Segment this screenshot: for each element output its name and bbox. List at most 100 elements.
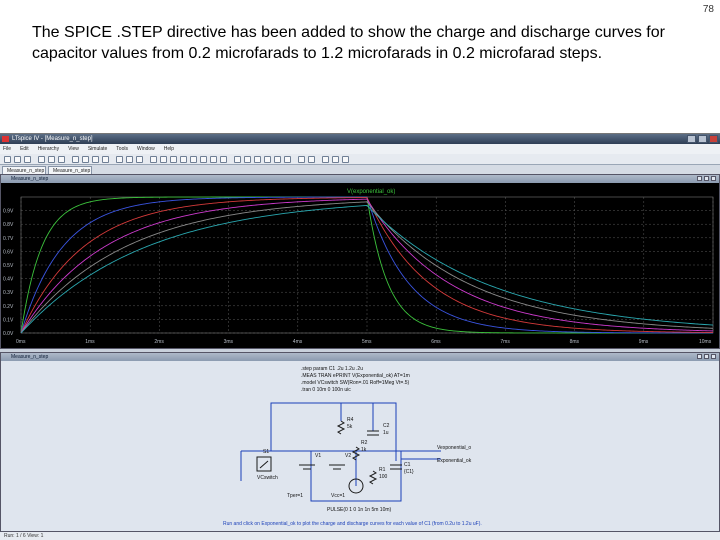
pane-maximize-icon[interactable] bbox=[704, 176, 709, 181]
tab-schematic[interactable]: Measure_n_step bbox=[2, 166, 46, 174]
menu-tools[interactable]: Tools bbox=[116, 144, 128, 154]
undo-icon[interactable] bbox=[254, 156, 261, 163]
schematic-pane-title[interactable]: Measure_n_step bbox=[1, 353, 719, 361]
x-tick-label: 6ms bbox=[431, 339, 441, 345]
directive-step[interactable]: .step param C1 .2u 1.2u .2u bbox=[301, 366, 363, 372]
r2-label: R2 bbox=[361, 440, 368, 446]
diode-icon[interactable] bbox=[210, 156, 217, 163]
schematic-canvas[interactable]: .step param C1 .2u 1.2u .2u .MEAS TRAN e… bbox=[1, 361, 719, 531]
y-tick-label: 0.4V bbox=[3, 277, 14, 283]
x-tick-label: 5ms bbox=[362, 339, 372, 345]
window-controls bbox=[687, 135, 718, 143]
inductor-icon[interactable] bbox=[200, 156, 207, 163]
y-tick-label: 0.7V bbox=[3, 236, 14, 242]
y-tick-label: 0.9V bbox=[3, 209, 14, 215]
v2-label: V2 bbox=[345, 453, 351, 459]
component-icon[interactable] bbox=[220, 156, 227, 163]
mirror-icon[interactable] bbox=[284, 156, 291, 163]
waveform-plot[interactable]: 0.9V 0.8V 0.7V 0.6V 0.5V 0.4V 0.3V 0.2V 0.1V 0.0V… bbox=[1, 183, 719, 348]
net-label-vexponential[interactable]: Vexponential_o bbox=[437, 445, 471, 451]
delete-icon[interactable] bbox=[322, 156, 329, 163]
tab-waveform[interactable]: Measure_n_step bbox=[48, 166, 92, 174]
rotate-icon[interactable] bbox=[274, 156, 281, 163]
slide-number: 78 bbox=[702, 4, 714, 15]
minimize-icon[interactable] bbox=[687, 135, 696, 143]
save-icon[interactable] bbox=[24, 156, 31, 163]
net-label-exponential-ok[interactable]: Exponential_ok bbox=[437, 458, 472, 464]
directive-model[interactable]: .model VCswitch SW(Ron=.01 Roff=1Meg Vt=… bbox=[301, 380, 409, 386]
y-tick-label: 0.3V bbox=[3, 290, 14, 296]
close-window-icon[interactable] bbox=[136, 156, 143, 163]
waveform-pane-controls bbox=[697, 176, 716, 181]
close-icon[interactable] bbox=[709, 135, 718, 143]
menu-hierarchy[interactable]: Hierarchy bbox=[38, 144, 59, 154]
menu-bar: File Edit Hierarchy View Simulate Tools … bbox=[0, 144, 720, 154]
zoom-in-icon[interactable] bbox=[72, 156, 79, 163]
menu-simulate[interactable]: Simulate bbox=[88, 144, 107, 154]
cascade-icon[interactable] bbox=[126, 156, 133, 163]
c1-label: C1 bbox=[404, 462, 411, 468]
zoom-fit-icon[interactable] bbox=[102, 156, 109, 163]
s1-label: S1 bbox=[263, 449, 269, 455]
v2-value: Vcc=1 bbox=[331, 493, 345, 499]
zoom-out-icon[interactable] bbox=[92, 156, 99, 163]
c1-value: {C1} bbox=[404, 469, 414, 475]
x-tick-label: 2ms bbox=[154, 339, 164, 345]
window-titlebar[interactable]: LTspice IV - [Measure_n_step] bbox=[0, 134, 720, 144]
pane-maximize-icon[interactable] bbox=[704, 354, 709, 359]
v1-value: Tper=1 bbox=[287, 493, 303, 499]
capacitor-icon[interactable] bbox=[190, 156, 197, 163]
slide-caption: The SPICE .STEP directive has been added… bbox=[32, 24, 665, 62]
schematic-pane: Measure_n_step .step param C1 .2u 1.2u .… bbox=[0, 352, 720, 532]
y-tick-label: 0.8V bbox=[3, 222, 14, 228]
pane-close-icon[interactable] bbox=[711, 354, 716, 359]
halt-icon[interactable] bbox=[58, 156, 65, 163]
directive-tran[interactable]: .tran 0 10m 0 100n uic bbox=[301, 387, 351, 393]
wire-icon[interactable] bbox=[150, 156, 157, 163]
resistor-icon[interactable] bbox=[180, 156, 187, 163]
open-icon[interactable] bbox=[14, 156, 21, 163]
pan-icon[interactable] bbox=[82, 156, 89, 163]
maximize-icon[interactable] bbox=[698, 135, 707, 143]
trace-label[interactable]: V(exponential_ok) bbox=[347, 189, 395, 195]
duplicate-icon[interactable] bbox=[332, 156, 339, 163]
ground-icon[interactable] bbox=[160, 156, 167, 163]
y-tick-label: 0.0V bbox=[3, 331, 14, 337]
y-tick-label: 0.1V bbox=[3, 317, 14, 323]
run-icon[interactable] bbox=[48, 156, 55, 163]
move-icon[interactable] bbox=[234, 156, 241, 163]
control-panel-icon[interactable] bbox=[38, 156, 45, 163]
drag-icon[interactable] bbox=[244, 156, 251, 163]
x-tick-label: 3ms bbox=[224, 339, 234, 345]
menu-help[interactable]: Help bbox=[164, 144, 174, 154]
waveform-pane: Measure_n_step 0.9V 0.8V 0.7V 0.6V 0.5V 0.4V 0… bbox=[0, 174, 720, 349]
label-net-icon[interactable] bbox=[170, 156, 177, 163]
menu-window[interactable]: Window bbox=[137, 144, 155, 154]
directive-meas[interactable]: .MEAS TRAN ePRINT V(Exponential_ok) AT=1… bbox=[301, 373, 410, 379]
text-icon[interactable] bbox=[298, 156, 305, 163]
pane-minimize-icon[interactable] bbox=[697, 354, 702, 359]
pulse-definition[interactable]: PULSE(0 1 0 1n 1n 5m 10m) bbox=[327, 507, 392, 513]
pane-minimize-icon[interactable] bbox=[697, 176, 702, 181]
spice-directive-icon[interactable] bbox=[308, 156, 315, 163]
window-title: LTspice IV - [Measure_n_step] bbox=[12, 136, 93, 142]
y-tick-label: 0.2V bbox=[3, 304, 14, 310]
tile-icon[interactable] bbox=[116, 156, 123, 163]
menu-view[interactable]: View bbox=[68, 144, 79, 154]
find-icon[interactable] bbox=[342, 156, 349, 163]
x-tick-label: 10ms bbox=[699, 339, 712, 345]
menu-file[interactable]: File bbox=[3, 144, 11, 154]
pane-close-icon[interactable] bbox=[711, 176, 716, 181]
s1-model: VCswitch bbox=[257, 475, 278, 481]
instruction-note[interactable]: Run and click on Exponential_ok to plot … bbox=[223, 521, 482, 527]
new-schematic-icon[interactable] bbox=[4, 156, 11, 163]
r1-label: R1 bbox=[379, 467, 386, 473]
r2-value: 1k bbox=[361, 447, 367, 453]
waveform-pane-title[interactable]: Measure_n_step bbox=[1, 175, 719, 183]
redo-icon[interactable] bbox=[264, 156, 271, 163]
y-tick-label: 0.6V bbox=[3, 249, 14, 255]
x-tick-label: 9ms bbox=[639, 339, 649, 345]
plot-background bbox=[1, 183, 719, 348]
x-tick-label: 4ms bbox=[293, 339, 303, 345]
menu-edit[interactable]: Edit bbox=[20, 144, 29, 154]
